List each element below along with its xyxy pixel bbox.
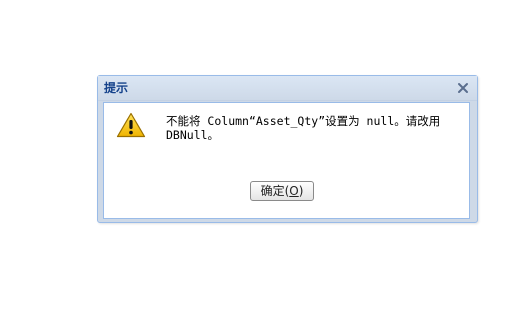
- ok-button[interactable]: 确定(O): [250, 181, 314, 201]
- dialog-titlebar[interactable]: 提示: [98, 76, 477, 101]
- ok-button-prefix: 确定(: [260, 184, 290, 198]
- message-line-1: 不能将 Column“Asset_Qty”设置为 null。请改用: [166, 114, 441, 128]
- message-line-2: DBNull。: [166, 128, 220, 142]
- dialog-body: 不能将 Column“Asset_Qty”设置为 null。请改用 DBNull…: [103, 102, 470, 219]
- dialog-title: 提示: [104, 81, 129, 95]
- alert-dialog: 提示 不能将 Column“Asset_Qty”设置为 null。请改用 DBN…: [97, 75, 478, 223]
- dialog-message: 不能将 Column“Asset_Qty”设置为 null。请改用 DBNull…: [166, 114, 456, 142]
- ok-button-suffix: ): [298, 184, 304, 198]
- ok-button-mnemonic: O: [289, 184, 299, 198]
- warning-icon: [116, 112, 146, 138]
- close-button[interactable]: [455, 80, 471, 96]
- close-icon[interactable]: [455, 80, 471, 96]
